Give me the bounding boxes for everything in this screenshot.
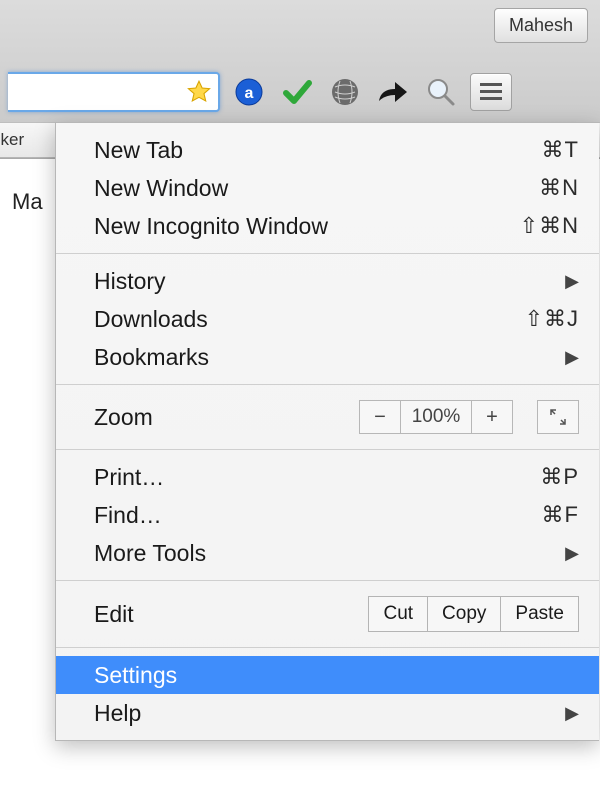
submenu-arrow-icon: ▶ bbox=[565, 271, 579, 292]
address-bar[interactable] bbox=[8, 72, 220, 112]
menu-section-windows: New Tab ⌘T New Window ⌘N New Incognito W… bbox=[56, 123, 599, 254]
extension-a-icon[interactable]: a bbox=[230, 73, 268, 111]
menu-item-shortcut: ⌘T bbox=[542, 137, 579, 163]
bookmark-star-icon[interactable] bbox=[186, 79, 212, 105]
menu-item-print[interactable]: Print… ⌘P bbox=[56, 458, 599, 496]
zoom-value: 100% bbox=[401, 400, 471, 434]
share-arrow-icon[interactable] bbox=[374, 73, 412, 111]
search-magnifier-icon[interactable] bbox=[422, 73, 460, 111]
edit-label: Edit bbox=[94, 601, 368, 628]
menu-item-downloads[interactable]: Downloads ⇧⌘J bbox=[56, 300, 599, 338]
menu-item-shortcut: ⌘F bbox=[542, 502, 579, 528]
cut-button[interactable]: Cut bbox=[368, 596, 428, 632]
submenu-arrow-icon: ▶ bbox=[565, 703, 579, 724]
menu-item-label: Help bbox=[94, 700, 565, 727]
menu-item-new-window[interactable]: New Window ⌘N bbox=[56, 169, 599, 207]
menu-item-label: History bbox=[94, 268, 565, 295]
menu-item-label: More Tools bbox=[94, 540, 565, 567]
menu-section-settings: Settings Help ▶ bbox=[56, 648, 599, 740]
submenu-arrow-icon: ▶ bbox=[565, 543, 579, 564]
checkmark-extension-icon[interactable] bbox=[278, 73, 316, 111]
zoom-in-button[interactable]: + bbox=[471, 400, 513, 434]
page-text-fragment: Ma bbox=[12, 189, 43, 214]
menu-item-label: Find… bbox=[94, 502, 542, 529]
zoom-out-button[interactable]: − bbox=[359, 400, 401, 434]
menu-item-label: Bookmarks bbox=[94, 344, 565, 371]
svg-text:a: a bbox=[245, 85, 254, 102]
menu-item-find[interactable]: Find… ⌘F bbox=[56, 496, 599, 534]
menu-item-label: Print… bbox=[94, 464, 540, 491]
paste-button[interactable]: Paste bbox=[501, 596, 579, 632]
menu-item-more-tools[interactable]: More Tools ▶ bbox=[56, 534, 599, 572]
zoom-label: Zoom bbox=[94, 404, 359, 431]
menu-item-bookmarks[interactable]: Bookmarks ▶ bbox=[56, 338, 599, 376]
submenu-arrow-icon: ▶ bbox=[565, 347, 579, 368]
menu-item-shortcut: ⇧⌘N bbox=[520, 213, 579, 239]
main-menu-hamburger-button[interactable] bbox=[470, 73, 512, 111]
menu-item-shortcut: ⇧⌘J bbox=[525, 306, 579, 332]
menu-item-label: New Window bbox=[94, 175, 539, 202]
menu-section-edit: Edit Cut Copy Paste bbox=[56, 581, 599, 648]
menu-item-shortcut: ⌘P bbox=[540, 464, 579, 490]
menu-item-label: New Tab bbox=[94, 137, 542, 164]
menu-item-help[interactable]: Help ▶ bbox=[56, 694, 599, 732]
menu-item-shortcut: ⌘N bbox=[539, 175, 579, 201]
edit-buttons: Cut Copy Paste bbox=[368, 596, 579, 632]
bookmark-item-fragment[interactable]: cker bbox=[0, 130, 34, 150]
fullscreen-button[interactable] bbox=[537, 400, 579, 434]
menu-item-label: Settings bbox=[94, 662, 579, 689]
titlebar: Mahesh bbox=[0, 0, 600, 62]
menu-item-settings[interactable]: Settings bbox=[56, 656, 599, 694]
menu-section-tools: Print… ⌘P Find… ⌘F More Tools ▶ bbox=[56, 450, 599, 581]
menu-item-edit: Edit Cut Copy Paste bbox=[56, 589, 599, 639]
zoom-controls: − 100% + bbox=[359, 400, 579, 434]
user-profile-button[interactable]: Mahesh bbox=[494, 8, 588, 43]
menu-item-new-incognito-window[interactable]: New Incognito Window ⇧⌘N bbox=[56, 207, 599, 245]
main-menu-dropdown: New Tab ⌘T New Window ⌘N New Incognito W… bbox=[55, 122, 599, 741]
menu-item-label: Downloads bbox=[94, 306, 525, 333]
menu-section-navigate: History ▶ Downloads ⇧⌘J Bookmarks ▶ bbox=[56, 254, 599, 385]
copy-button[interactable]: Copy bbox=[428, 596, 501, 632]
menu-item-history[interactable]: History ▶ bbox=[56, 262, 599, 300]
menu-item-zoom: Zoom − 100% + bbox=[56, 393, 599, 441]
toolbar: a bbox=[0, 62, 600, 122]
menu-item-label: New Incognito Window bbox=[94, 213, 520, 240]
menu-item-new-tab[interactable]: New Tab ⌘T bbox=[56, 131, 599, 169]
menu-section-zoom: Zoom − 100% + bbox=[56, 385, 599, 450]
web-extension-icon[interactable] bbox=[326, 73, 364, 111]
